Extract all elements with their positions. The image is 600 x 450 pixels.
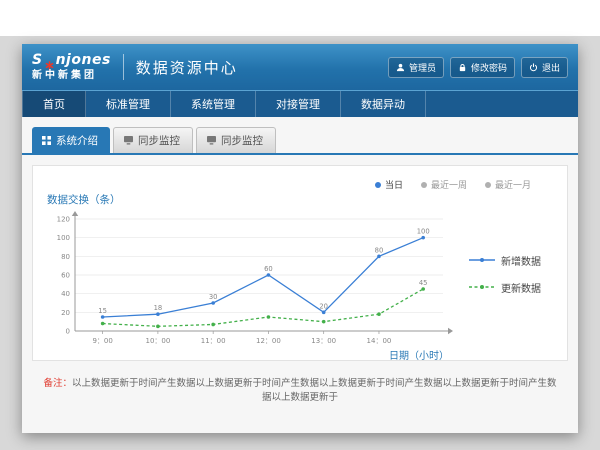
app-window: S njones 新中新集团 数据资源中心 管理员 xyxy=(22,44,578,433)
logout-label: 退出 xyxy=(542,61,560,74)
nav-item-connect-mgmt[interactable]: 对接管理 xyxy=(256,91,341,117)
tab-system-intro[interactable]: 系统介绍 xyxy=(32,127,110,153)
svg-text:40: 40 xyxy=(61,290,70,298)
app-header: S njones 新中新集团 数据资源中心 管理员 xyxy=(22,44,578,90)
svg-text:12：00: 12：00 xyxy=(256,337,281,345)
user-button[interactable]: 管理员 xyxy=(388,57,444,78)
monitor-icon xyxy=(207,136,216,145)
series-line-sample xyxy=(469,283,495,291)
header-divider xyxy=(123,54,124,80)
tab-sync-monitor-1[interactable]: 同步监控 xyxy=(113,127,193,153)
main-nav: 首页 标准管理 系统管理 对接管理 数据异动 xyxy=(22,90,578,117)
svg-text:13：00: 13：00 xyxy=(311,337,336,345)
svg-text:80: 80 xyxy=(61,253,70,261)
svg-text:18: 18 xyxy=(154,304,163,312)
change-password-label: 修改密码 xyxy=(471,61,507,74)
svg-text:120: 120 xyxy=(57,216,70,224)
series-legend: 新增数据更新数据 xyxy=(455,209,541,362)
svg-text:20: 20 xyxy=(319,302,328,310)
nav-item-home[interactable]: 首页 xyxy=(22,91,86,117)
series-legend-item[interactable]: 新增数据 xyxy=(469,253,541,268)
legend-label: 最近一月 xyxy=(495,178,531,191)
svg-text:9：00: 9：00 xyxy=(92,337,112,345)
svg-text:100: 100 xyxy=(57,234,70,242)
svg-text:60: 60 xyxy=(61,272,70,280)
legend-item-last-week[interactable]: 最近一周 xyxy=(421,178,467,191)
legend-label: 当日 xyxy=(385,178,403,191)
legend-dot xyxy=(485,182,491,188)
svg-text:14：00: 14：00 xyxy=(367,337,392,345)
tab-sync-monitor-2[interactable]: 同步监控 xyxy=(196,127,276,153)
user-button-label: 管理员 xyxy=(409,61,436,74)
power-icon xyxy=(529,63,538,72)
line-chart-svg: 0 20 40 60 80 100 120 9：00 10：00 11：00 12：00 13：00 1… xyxy=(45,209,455,351)
legend-dot xyxy=(421,182,427,188)
content-area: 系统介绍 同步监控 同步监控 当日 最近一周 xyxy=(22,117,578,433)
logout-button[interactable]: 退出 xyxy=(521,57,568,78)
logo-text-rest: njones xyxy=(56,53,111,68)
grid-icon xyxy=(42,136,51,145)
legend-dot xyxy=(375,182,381,188)
footer-note: 备注：以上数据更新于时间产生数据以上数据更新于时间产生数据以上数据更新于时间产生… xyxy=(22,375,578,403)
logo-text-first: S xyxy=(32,53,43,68)
note-label: 备注： xyxy=(43,378,72,389)
svg-text:80: 80 xyxy=(375,246,384,254)
note-text: 以上数据更新于时间产生数据以上数据更新于时间产生数据以上数据更新于时间产生数据以… xyxy=(72,378,557,403)
x-axis-title: 日期（小时） xyxy=(45,347,449,362)
tab-label: 系统介绍 xyxy=(56,133,98,148)
chart-panel: 当日 最近一周 最近一月 数据交换（条） 0 20 40 60 80 100 120 9：00… xyxy=(32,165,568,361)
svg-text:10：00: 10：00 xyxy=(145,337,170,345)
series-legend-item[interactable]: 更新数据 xyxy=(469,280,541,295)
tab-bar: 系统介绍 同步监控 同步监控 xyxy=(22,127,578,155)
logo-subtitle: 新中新集团 xyxy=(32,70,97,81)
svg-text:20: 20 xyxy=(61,309,70,317)
legend-label: 最近一周 xyxy=(431,178,467,191)
monitor-icon xyxy=(124,136,133,145)
series-name: 更新数据 xyxy=(501,280,541,295)
series-name: 新增数据 xyxy=(501,253,541,268)
chart-row: 0 20 40 60 80 100 120 9：00 10：00 11：00 12：00 13：00 1… xyxy=(45,209,555,362)
svg-text:30: 30 xyxy=(209,293,218,301)
svg-text:11：00: 11：00 xyxy=(201,337,226,345)
brand-logo: S njones 新中新集团 xyxy=(32,53,111,80)
series-line-sample xyxy=(469,256,495,264)
y-axis-title: 数据交换（条） xyxy=(47,192,555,207)
legend-item-today[interactable]: 当日 xyxy=(375,178,403,191)
legend-item-last-month[interactable]: 最近一月 xyxy=(485,178,531,191)
nav-item-standard-mgmt[interactable]: 标准管理 xyxy=(86,91,171,117)
nav-item-data-change[interactable]: 数据异动 xyxy=(341,91,426,117)
tab-label: 同步监控 xyxy=(138,133,180,148)
change-password-button[interactable]: 修改密码 xyxy=(450,57,515,78)
period-legend: 当日 最近一周 最近一月 xyxy=(375,178,531,191)
user-icon xyxy=(396,63,405,72)
svg-text:15: 15 xyxy=(98,307,107,315)
svg-text:60: 60 xyxy=(264,265,273,273)
svg-text:0: 0 xyxy=(66,328,70,336)
page-title: 数据资源中心 xyxy=(136,57,238,78)
logo-mark-icon xyxy=(45,56,54,65)
svg-text:100: 100 xyxy=(417,228,430,236)
nav-item-system-mgmt[interactable]: 系统管理 xyxy=(171,91,256,117)
lock-icon xyxy=(458,63,467,72)
header-actions: 管理员 修改密码 退出 xyxy=(388,57,568,78)
svg-text:45: 45 xyxy=(419,279,428,287)
tab-label: 同步监控 xyxy=(221,133,263,148)
